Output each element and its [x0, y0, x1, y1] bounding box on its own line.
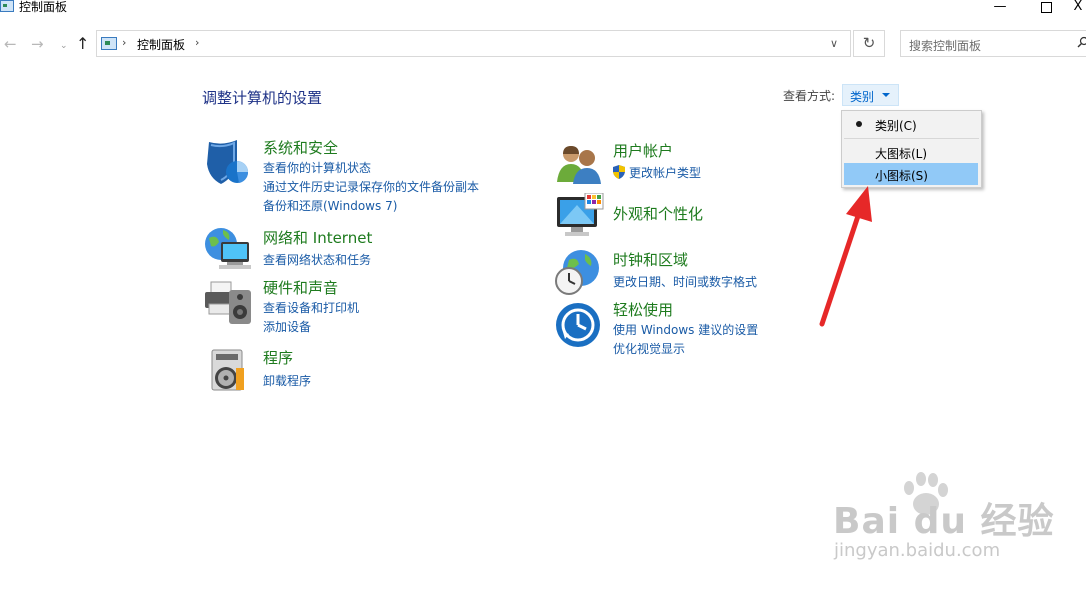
link-uninstall-program[interactable]: 卸载程序 — [263, 372, 311, 389]
link-view-computer-status[interactable]: 查看你的计算机状态 — [263, 159, 371, 176]
link-optimize-visual-display[interactable]: 优化视觉显示 — [613, 340, 685, 357]
clock-globe-icon[interactable] — [553, 248, 603, 296]
forward-arrow-icon[interactable]: → — [31, 36, 44, 52]
monitor-palette-icon[interactable] — [555, 193, 605, 239]
link-recommended-settings[interactable]: 使用 Windows 建议的设置 — [613, 321, 758, 338]
watermark-logo: Bai du 经验 — [833, 501, 1055, 542]
link-change-date-time-format[interactable]: 更改日期、时间或数字格式 — [613, 273, 757, 290]
programs-disc-icon[interactable] — [208, 348, 248, 394]
category-programs[interactable]: 程序 — [263, 347, 293, 368]
watermark-url: jingyan.baidu.com — [834, 540, 1001, 561]
minimize-button[interactable]: — — [980, 0, 1020, 18]
category-appearance-personalization[interactable]: 外观和个性化 — [613, 203, 703, 224]
control-panel-icon — [0, 0, 14, 12]
maximize-button[interactable] — [1026, 0, 1066, 18]
link-file-history-backup[interactable]: 通过文件历史记录保存你的文件备份副本 — [263, 178, 479, 195]
menu-item-small-icons-label: 小图标(S) — [875, 169, 928, 183]
category-clock-region[interactable]: 时钟和区域 — [613, 249, 688, 270]
category-system-security[interactable]: 系统和安全 — [263, 137, 338, 158]
menu-separator — [844, 138, 979, 139]
menu-item-large-icons-label: 大图标(L) — [875, 147, 928, 161]
shield-icon[interactable] — [203, 138, 251, 186]
menu-item-category-label: 类别(C) — [875, 119, 917, 133]
breadcrumb-separator-icon[interactable]: › — [195, 36, 199, 49]
network-globe-icon[interactable] — [203, 224, 253, 270]
category-hardware-sound[interactable]: 硬件和声音 — [263, 277, 338, 298]
breadcrumb-separator-icon[interactable]: › — [122, 36, 126, 49]
menu-item-category[interactable]: 类别(C) — [844, 113, 978, 135]
navigation-bar: ← → ⌄ ↑ › 控制面板 › ∨ ↻ 搜索控制面板 — [0, 30, 1086, 58]
window-title: 控制面板 — [19, 0, 68, 14]
close-button[interactable]: X — [1070, 0, 1086, 18]
view-by-value: 类别 — [850, 90, 875, 104]
up-arrow-icon[interactable]: ↑ — [76, 36, 89, 52]
users-icon[interactable] — [555, 142, 603, 184]
view-by-menu: 类别(C) 大图标(L) 小图标(S) — [841, 110, 982, 188]
category-user-accounts[interactable]: 用户帐户 — [613, 140, 673, 161]
category-network-internet[interactable]: 网络和 Internet — [263, 227, 372, 248]
category-ease-of-access[interactable]: 轻松使用 — [613, 299, 673, 320]
address-dropdown-chevron-icon[interactable]: ∨ — [830, 37, 838, 50]
recent-locations-chevron-icon[interactable]: ⌄ — [60, 38, 68, 54]
annotation-arrow-icon — [819, 186, 872, 327]
refresh-button[interactable]: ↻ — [853, 30, 885, 57]
link-change-account-type[interactable]: 更改帐户类型 — [629, 164, 701, 181]
control-panel-small-icon — [101, 37, 117, 50]
printer-speaker-icon[interactable] — [203, 278, 253, 326]
link-add-device[interactable]: 添加设备 — [263, 318, 311, 335]
breadcrumb-control-panel[interactable]: 控制面板 — [137, 36, 185, 53]
view-by-label: 查看方式: — [783, 89, 836, 103]
address-bar[interactable]: › 控制面板 › ∨ — [96, 30, 851, 57]
page-title: 调整计算机的设置 — [202, 89, 323, 107]
link-view-network-status[interactable]: 查看网络状态和任务 — [263, 251, 371, 268]
search-input[interactable]: 搜索控制面板 — [900, 30, 1086, 57]
link-view-devices-printers[interactable]: 查看设备和打印机 — [263, 299, 359, 316]
search-icon[interactable] — [1077, 36, 1086, 48]
uac-shield-icon — [613, 165, 625, 179]
dropdown-caret-icon — [882, 93, 890, 97]
search-placeholder: 搜索控制面板 — [909, 39, 982, 53]
ease-of-access-icon[interactable] — [555, 302, 601, 348]
selected-bullet-icon — [856, 121, 862, 127]
maximize-icon — [1040, 2, 1052, 13]
back-arrow-icon[interactable]: ← — [4, 36, 17, 52]
menu-item-large-icons[interactable]: 大图标(L) — [844, 141, 978, 163]
link-backup-restore[interactable]: 备份和还原(Windows 7) — [263, 197, 397, 214]
view-by-dropdown[interactable]: 类别 — [842, 84, 899, 106]
title-bar: 控制面板 — X — [0, 0, 1086, 22]
